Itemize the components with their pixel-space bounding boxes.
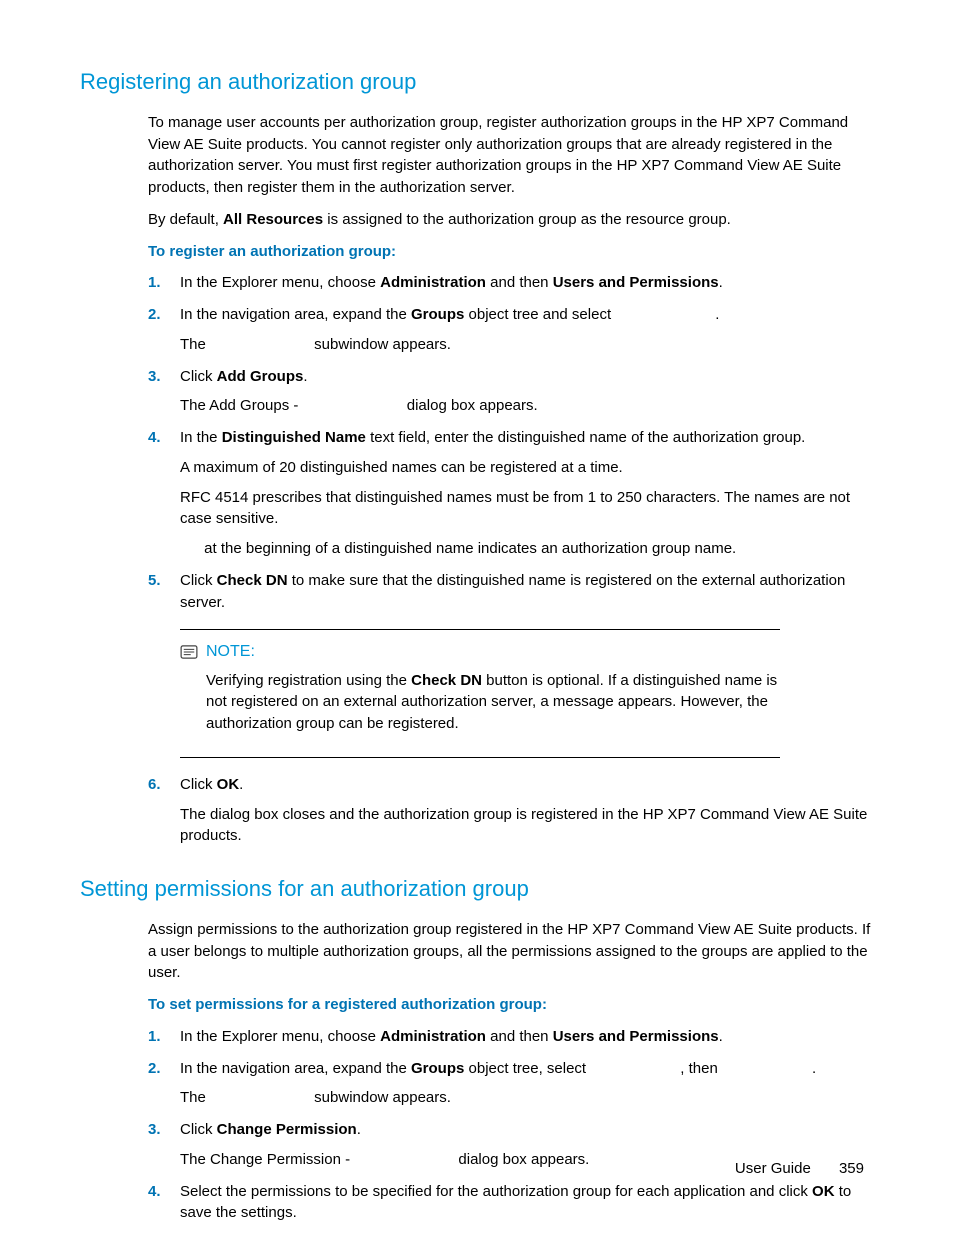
bold-users-permissions: Users and Permissions <box>553 274 719 291</box>
text: . <box>812 1060 816 1077</box>
page-footer: User Guide 359 <box>735 1158 864 1180</box>
text: object tree and select <box>464 306 615 323</box>
text: . <box>357 1121 361 1138</box>
text: In the navigation area, expand the <box>180 1060 411 1077</box>
procedure-heading: To register an authorization group: <box>148 241 874 263</box>
text: Click <box>180 572 217 589</box>
procedure-heading: To set permissions for a registered auth… <box>148 994 874 1016</box>
step-number: 2. <box>148 304 161 326</box>
text: Verifying registration using the <box>206 672 411 689</box>
text: In the Explorer menu, choose <box>180 274 380 291</box>
page-number: 359 <box>839 1160 864 1177</box>
bold-add-groups: Add Groups <box>217 368 304 385</box>
intro-paragraph: Assign permissions to the authorization … <box>148 919 874 984</box>
text: In the <box>180 429 222 446</box>
section-heading-setting-permissions: Setting permissions for an authorization… <box>80 873 874 905</box>
step-4: 4. Select the permissions to be specifie… <box>148 1181 874 1225</box>
text: Click <box>180 1121 217 1138</box>
step-number: 6. <box>148 774 161 796</box>
bold-groups: Groups <box>411 1060 464 1077</box>
bold-distinguished-name: Distinguished Name <box>222 429 366 446</box>
text: dialog box appears. <box>403 397 538 414</box>
text: subwindow appears. <box>310 1089 451 1106</box>
bold-ok: OK <box>812 1183 835 1200</box>
bold-users-permissions: Users and Permissions <box>553 1028 719 1045</box>
step-3: 3. Click Add Groups. The Add Groups - di… <box>148 366 874 418</box>
text: text field, enter the distinguished name… <box>366 429 805 446</box>
step-number: 4. <box>148 427 161 449</box>
text: at the beginning of a distinguished name… <box>200 540 736 557</box>
bold-check-dn: Check DN <box>411 672 482 689</box>
text: RFC 4514 prescribes that distinguished n… <box>180 487 874 531</box>
text: In the Explorer menu, choose <box>180 1028 380 1045</box>
step-number: 3. <box>148 1119 161 1141</box>
step-2: 2. In the navigation area, expand the Gr… <box>148 304 874 356</box>
text: The Change Permission - <box>180 1151 354 1168</box>
procedure-list: 1. In the Explorer menu, choose Administ… <box>148 272 874 613</box>
step-4: 4. In the Distinguished Name text field,… <box>148 427 874 560</box>
text: Click <box>180 368 217 385</box>
text: subwindow appears. <box>310 336 451 353</box>
text: object tree, select <box>464 1060 590 1077</box>
text: dialog box appears. <box>454 1151 589 1168</box>
section-heading-registering: Registering an authorization group <box>80 66 874 98</box>
step-1: 1. In the Explorer menu, choose Administ… <box>148 1026 874 1048</box>
bold-groups: Groups <box>411 306 464 323</box>
text: The Add Groups - <box>180 397 303 414</box>
step-number: 1. <box>148 1026 161 1048</box>
note-label: NOTE: <box>206 640 255 663</box>
text: The <box>180 1089 210 1106</box>
bold-administration: Administration <box>380 274 486 291</box>
text: and then <box>486 1028 553 1045</box>
section1-body: To manage user accounts per authorizatio… <box>148 112 874 847</box>
note-box: NOTE: Verifying registration using the C… <box>180 629 780 757</box>
step-6: 6. Click OK. The dialog box closes and t… <box>148 774 874 847</box>
bold-ok: OK <box>217 776 240 793</box>
text: In the navigation area, expand the <box>180 306 411 323</box>
procedure-list-cont: 6. Click OK. The dialog box closes and t… <box>148 774 874 847</box>
step-2: 2. In the navigation area, expand the Gr… <box>148 1058 874 1110</box>
text: . <box>715 306 719 323</box>
note-heading: NOTE: <box>180 640 780 663</box>
text: . <box>239 776 243 793</box>
step-number: 2. <box>148 1058 161 1080</box>
note-icon <box>180 645 198 659</box>
note-body: Verifying registration using the Check D… <box>206 670 780 735</box>
text: is assigned to the authorization group a… <box>323 211 731 228</box>
procedure-list: 1. In the Explorer menu, choose Administ… <box>148 1026 874 1224</box>
default-paragraph: By default, All Resources is assigned to… <box>148 209 874 231</box>
bold-all-resources: All Resources <box>223 211 323 228</box>
bold-change-permission: Change Permission <box>217 1121 357 1138</box>
step-1: 1. In the Explorer menu, choose Administ… <box>148 272 874 294</box>
text: By default, <box>148 211 223 228</box>
text: . <box>719 1028 723 1045</box>
text: . <box>719 274 723 291</box>
text: The <box>180 336 210 353</box>
intro-paragraph: To manage user accounts per authorizatio… <box>148 112 874 199</box>
footer-label: User Guide <box>735 1160 811 1177</box>
step-number: 5. <box>148 570 161 592</box>
step-number: 1. <box>148 272 161 294</box>
step-5: 5. Click Check DN to make sure that the … <box>148 570 874 614</box>
text: Click <box>180 776 217 793</box>
bold-check-dn: Check DN <box>217 572 288 589</box>
step-number: 3. <box>148 366 161 388</box>
text: and then <box>486 274 553 291</box>
text: . <box>303 368 307 385</box>
text: Select the permissions to be specified f… <box>180 1183 812 1200</box>
text: A maximum of 20 distinguished names can … <box>180 457 874 479</box>
bold-administration: Administration <box>380 1028 486 1045</box>
text: The dialog box closes and the authorizat… <box>180 804 874 848</box>
text: , then <box>680 1060 722 1077</box>
step-number: 4. <box>148 1181 161 1203</box>
